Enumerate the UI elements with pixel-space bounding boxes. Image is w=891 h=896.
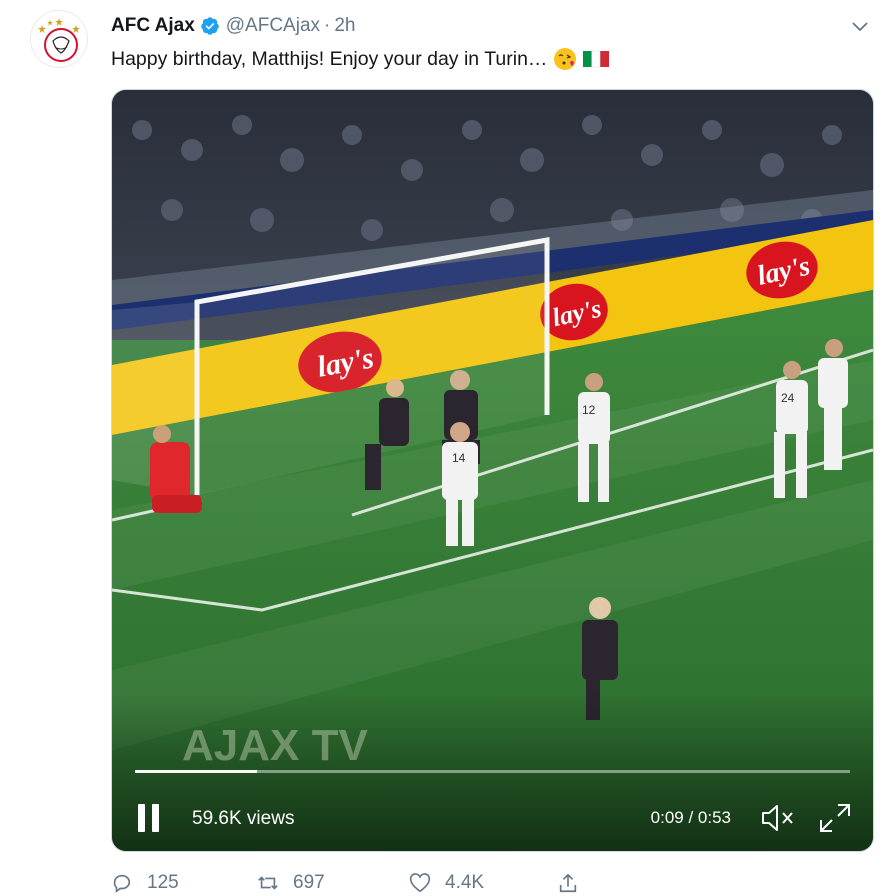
pause-icon[interactable] <box>138 804 160 832</box>
like-icon <box>409 873 431 893</box>
ajax-tv-watermark: AJAX TV <box>182 721 368 770</box>
video-controls: 59.6K views 0:09 / 0:53 <box>112 790 873 850</box>
retweet-icon <box>258 876 278 890</box>
tweet-text-row: Happy birthday, Matthijs! Enjoy your day… <box>111 46 610 72</box>
like-button[interactable]: 4.4K <box>409 872 484 894</box>
share-icon <box>559 873 577 893</box>
video-player[interactable]: lay's lay's lay's 14 12 24 AJAX TV 59.6K… <box>111 89 874 852</box>
retweet-button[interactable]: 697 <box>257 872 325 894</box>
video-progress-bar[interactable] <box>135 770 850 773</box>
video-progress-fill <box>135 770 257 773</box>
view-count: 59.6K views <box>192 808 295 829</box>
ajax-logo-icon <box>38 18 80 62</box>
tweet-actions: 125 697 4.4K <box>111 872 631 896</box>
reply-icon <box>113 874 131 893</box>
mute-icon[interactable] <box>760 802 796 834</box>
video-frame: lay's lay's lay's 14 12 24 AJAX TV <box>112 90 873 851</box>
author-name[interactable]: AFC Ajax <box>111 15 195 37</box>
author-handle[interactable]: @AFCAjax <box>226 15 320 37</box>
verified-badge-icon <box>201 17 219 35</box>
tweet-time[interactable]: 2h <box>334 15 355 37</box>
avatar[interactable] <box>30 10 88 68</box>
tweet-text: Happy birthday, Matthijs! Enjoy your day… <box>111 48 548 70</box>
fullscreen-icon[interactable] <box>818 802 852 834</box>
video-time: 0:09 / 0:53 <box>650 808 731 827</box>
svg-text:12: 12 <box>582 403 596 417</box>
face-blowing-a-kiss-emoji <box>553 47 577 71</box>
tweet-header: AFC Ajax @AFCAjax · 2h <box>111 14 355 38</box>
italy-flag-emoji <box>583 49 610 69</box>
chevron-down-icon[interactable] <box>848 14 872 38</box>
like-count: 4.4K <box>445 872 485 893</box>
reply-button[interactable]: 125 <box>111 872 179 894</box>
separator-dot: · <box>324 15 331 36</box>
share-button[interactable] <box>557 872 593 894</box>
svg-text:24: 24 <box>781 391 795 405</box>
svg-text:14: 14 <box>452 451 466 465</box>
retweet-count: 697 <box>293 872 325 893</box>
reply-count: 125 <box>147 872 179 893</box>
